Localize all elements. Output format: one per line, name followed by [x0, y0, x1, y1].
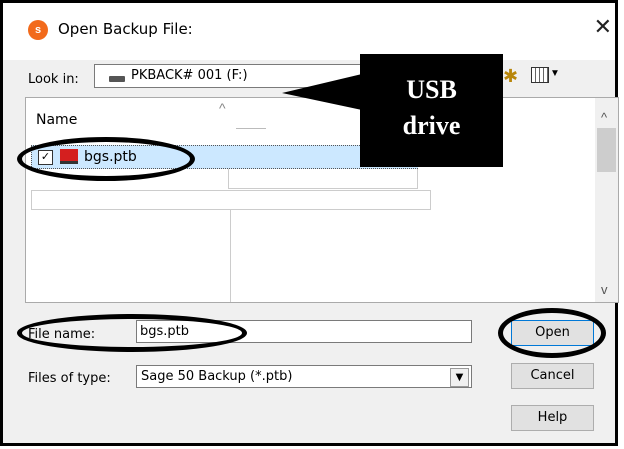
sort-caret-icon: ^: [219, 100, 226, 116]
filetype-value: Sage 50 Backup (*.ptb): [141, 369, 293, 384]
lookin-dropdown[interactable]: PKBACK# 001 (F:): [94, 64, 364, 88]
list-outline: [31, 210, 231, 302]
lookin-value: PKBACK# 001 (F:): [131, 68, 248, 83]
column-header-name[interactable]: Name: [36, 112, 77, 128]
drive-icon: [109, 76, 125, 82]
new-folder-icon[interactable]: ✱: [503, 66, 518, 87]
close-icon[interactable]: ✕: [594, 15, 612, 40]
dialog-title: Open Backup File:: [58, 20, 193, 38]
callout-line2: drive: [402, 111, 461, 140]
lookin-label: Look in:: [28, 72, 79, 87]
sage-logo-icon: s: [28, 20, 48, 40]
scroll-down-icon[interactable]: v: [601, 282, 608, 297]
highlight-oval-open: [498, 308, 606, 358]
view-menu-icon[interactable]: [531, 67, 549, 83]
highlight-oval-filename: [17, 314, 247, 352]
chevron-down-icon[interactable]: ▼: [450, 368, 469, 387]
cancel-button[interactable]: Cancel: [511, 363, 594, 389]
filetype-select[interactable]: Sage 50 Backup (*.ptb) ▼: [136, 365, 472, 388]
callout-line1: USB: [406, 75, 457, 104]
chevron-down-icon[interactable]: ▼: [550, 68, 560, 79]
usb-drive-callout: USB drive: [360, 54, 503, 167]
filetype-label: Files of type:: [28, 371, 111, 386]
scroll-up-icon[interactable]: ^: [601, 110, 607, 125]
help-button[interactable]: Help: [511, 405, 594, 431]
list-outline: [228, 169, 418, 189]
list-outline: [31, 190, 431, 210]
column-divider: [236, 128, 266, 129]
highlight-oval-file: [17, 137, 195, 181]
scroll-thumb[interactable]: [597, 128, 616, 172]
